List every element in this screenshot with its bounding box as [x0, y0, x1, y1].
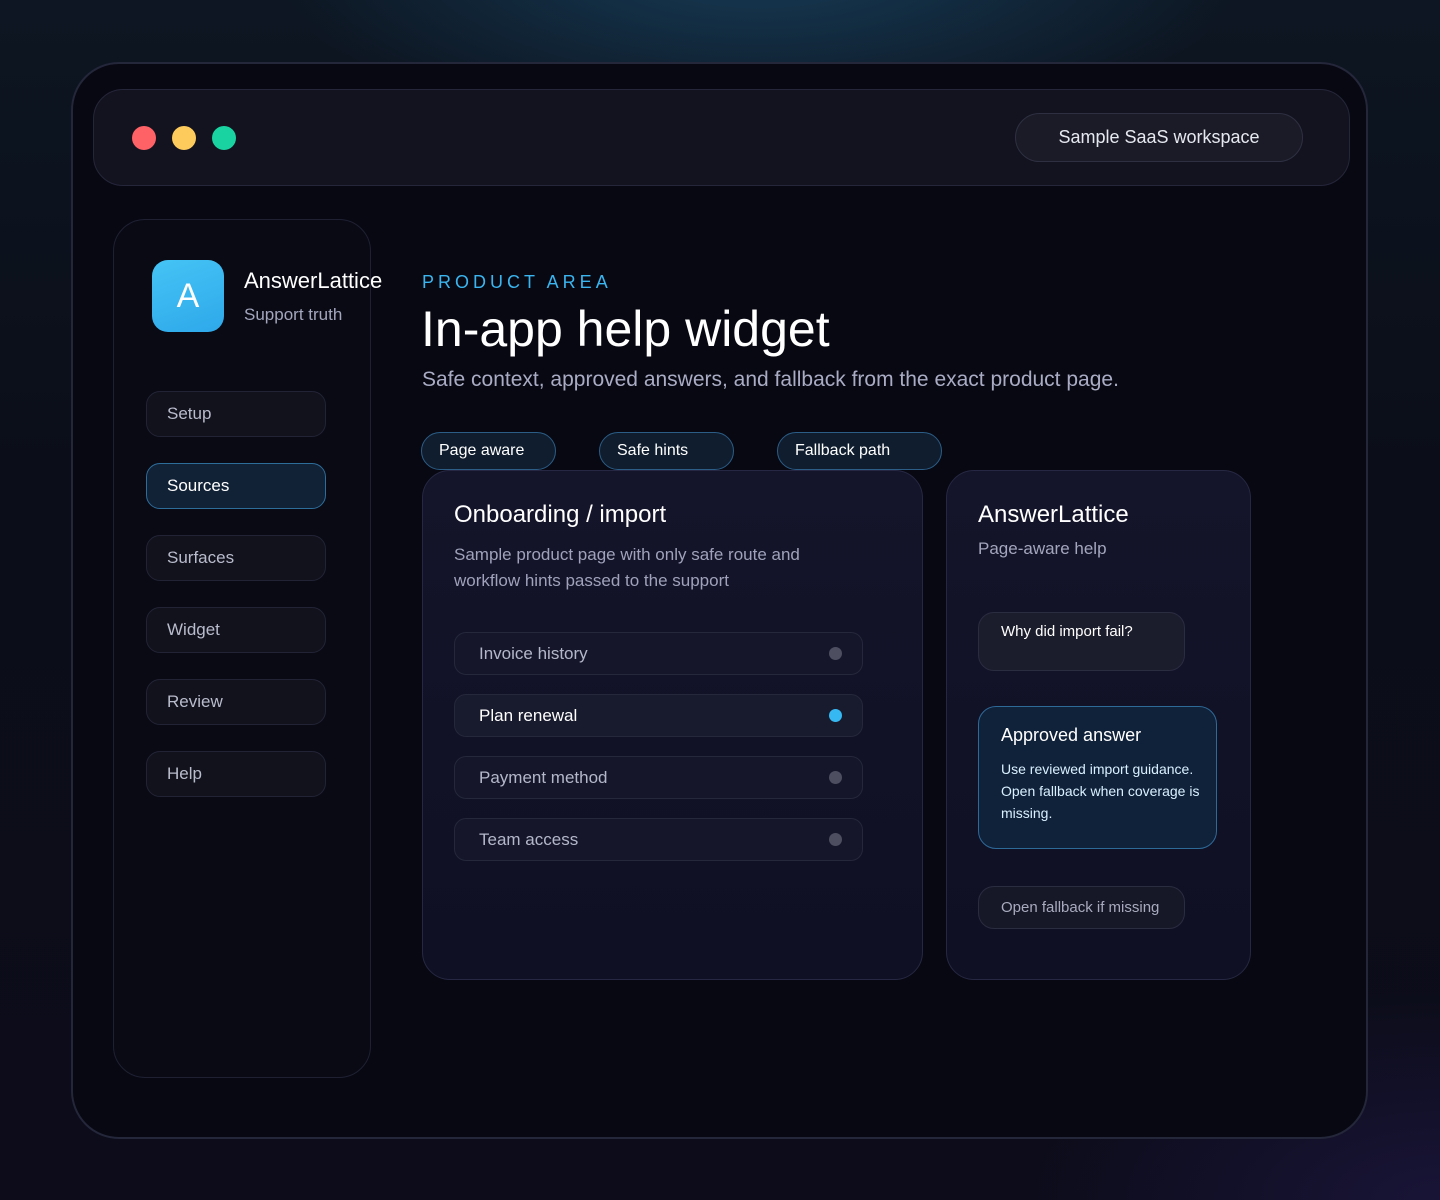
brand-logo: A	[152, 260, 224, 332]
maximize-window-button[interactable]	[212, 126, 236, 150]
sidebar-item-help[interactable]: Help	[146, 751, 326, 797]
widget-subtitle: Page-aware help	[978, 539, 1107, 558]
answer-title: Approved answer	[1001, 725, 1142, 745]
list-item-label: Payment method	[479, 767, 608, 787]
approved-answer-card: Approved answer Use reviewed import guid…	[978, 706, 1217, 849]
open-fallback-button[interactable]: Open fallback if missing	[978, 886, 1185, 929]
chip-fallback-path[interactable]: Fallback path	[777, 432, 942, 470]
sidebar: A AnswerLattice Support truth Setup Sour…	[113, 219, 382, 1078]
status-dot	[829, 647, 842, 660]
workspace-selector[interactable]: Sample SaaS workspace	[1015, 113, 1303, 162]
status-dot	[829, 833, 842, 846]
product-card-title: Onboarding / import	[454, 501, 667, 528]
chip-safe-hints[interactable]: Safe hints	[599, 432, 734, 470]
list-item-payment-method[interactable]: Payment method	[454, 756, 863, 799]
list-item-plan-renewal[interactable]: Plan renewal	[454, 694, 863, 737]
close-window-button[interactable]	[132, 126, 156, 150]
list-item-team-access[interactable]: Team access	[454, 818, 863, 861]
brand-name: AnswerLattice	[244, 268, 383, 293]
sidebar-item-sources[interactable]: Sources	[146, 463, 326, 509]
help-widget-panel: AnswerLattice Page-aware help Why did im…	[946, 470, 1251, 980]
sidebar-item-widget[interactable]: Widget	[146, 607, 326, 653]
page-subtitle: Safe context, approved answers, and fall…	[422, 368, 1119, 391]
sidebar-item-surfaces[interactable]: Surfaces	[146, 535, 326, 581]
answer-body: Use reviewed import guidance. Open fallb…	[1001, 761, 1200, 821]
widget-title: AnswerLattice	[978, 501, 1129, 528]
product-card-description: Sample product page with only safe route…	[454, 545, 800, 590]
section-eyebrow: PRODUCT AREA	[422, 272, 612, 292]
status-dot	[829, 771, 842, 784]
chip-page-aware[interactable]: Page aware	[421, 432, 556, 470]
minimize-window-button[interactable]	[172, 126, 196, 150]
app-window: Sample SaaS workspace A AnswerLattice Su…	[71, 62, 1368, 1139]
list-item-invoice-history[interactable]: Invoice history	[454, 632, 863, 675]
product-page-card: Onboarding / import Sample product page …	[422, 470, 923, 980]
page-title: In-app help widget	[421, 301, 830, 357]
status-dot	[829, 709, 842, 722]
user-question-bubble: Why did import fail?	[978, 612, 1185, 671]
brand-tagline: Support truth	[244, 305, 343, 324]
list-item-label: Invoice history	[479, 643, 588, 663]
sidebar-item-setup[interactable]: Setup	[146, 391, 326, 437]
list-item-label: Team access	[479, 829, 579, 849]
window-titlebar: Sample SaaS workspace	[93, 89, 1350, 186]
sidebar-item-review[interactable]: Review	[146, 679, 326, 725]
list-item-label: Plan renewal	[479, 705, 578, 725]
